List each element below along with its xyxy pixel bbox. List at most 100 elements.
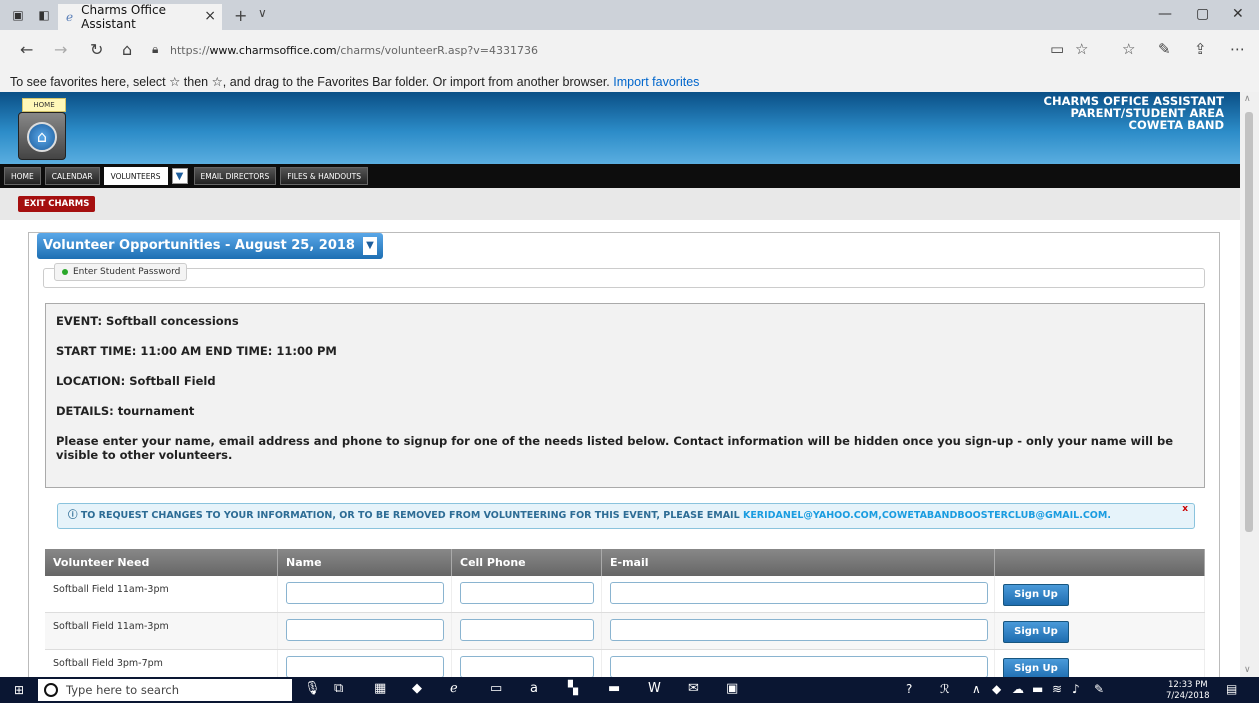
file-explorer-icon[interactable]: ▭ (490, 681, 502, 696)
scroll-down-icon[interactable]: ∨ (1244, 665, 1251, 675)
import-favorites-link[interactable]: Import favorites (613, 75, 699, 89)
need-cell: Softball Field 3pm-7pm (45, 650, 278, 677)
menu-home[interactable]: HOME (4, 167, 41, 185)
clock-time: 12:33 PM (1167, 680, 1208, 690)
dropbox-icon[interactable]: ◆ (412, 681, 422, 696)
people-icon[interactable]: ℛ (940, 682, 950, 696)
maximize-icon[interactable]: ▢ (1196, 6, 1209, 22)
web-page: HOME ⌂ CHARMS OFFICE ASSISTANT PARENT/ST… (0, 92, 1240, 677)
name-input[interactable] (286, 582, 444, 604)
name-input[interactable] (286, 619, 444, 641)
task-view-icon[interactable]: ⧉ (334, 681, 343, 696)
photos-icon[interactable]: ▣ (726, 681, 738, 696)
action-center-icon[interactable]: ▤ (1226, 682, 1237, 696)
volunteer-panel: Volunteer Opportunities - August 25, 201… (28, 232, 1220, 677)
favorites-hub-icon[interactable]: ☆ (1122, 40, 1135, 58)
volume-icon[interactable]: ♪ (1072, 682, 1080, 696)
email-input[interactable] (610, 582, 988, 604)
menu-files-handouts[interactable]: FILES & HANDOUTS (280, 167, 368, 185)
clock-date: 7/24/2018 (1166, 691, 1210, 701)
close-tab-icon[interactable]: × (204, 8, 216, 24)
favorite-star-icon[interactable]: ☆ (1075, 40, 1088, 58)
tray-up-icon[interactable]: ∧ (972, 682, 981, 696)
sign-up-button[interactable]: Sign Up (1003, 621, 1069, 643)
scrollbar-thumb[interactable] (1245, 112, 1253, 532)
back-icon[interactable]: ← (20, 40, 33, 59)
page-scrollbar[interactable]: ∧ ∨ (1240, 92, 1259, 677)
table-header: Volunteer Need Name Cell Phone E-mail (45, 549, 1205, 576)
volunteers-dropdown-icon[interactable]: ▼ (171, 168, 188, 184)
reading-view-icon[interactable]: ▭ (1050, 40, 1064, 58)
table-row: Softball Field 11am-3pm Sign Up (45, 613, 1205, 650)
taskbar-search[interactable]: Type here to search (38, 679, 292, 701)
col-need: Volunteer Need (45, 549, 278, 576)
details-line: DETAILS: tournament (56, 404, 195, 418)
refresh-icon[interactable]: ↻ (90, 40, 103, 59)
home-tooltip: HOME (22, 98, 66, 112)
enter-password-button[interactable]: Enter Student Password (54, 263, 188, 281)
help-icon[interactable]: ? (906, 682, 912, 696)
amazon-icon[interactable]: a (530, 681, 538, 696)
edge-tab-icon: ℯ (66, 10, 74, 24)
volunteer-table: Volunteer Need Name Cell Phone E-mail So… (45, 549, 1205, 677)
minimize-icon[interactable]: — (1158, 6, 1172, 22)
pen-icon[interactable]: ✎ (1094, 682, 1104, 696)
edge-taskbar-icon[interactable]: ℯ (450, 681, 458, 696)
name-input[interactable] (286, 656, 444, 677)
close-window-icon[interactable]: ✕ (1232, 6, 1244, 22)
menu-calendar[interactable]: CALENDAR (44, 167, 100, 185)
word-icon[interactable]: W (648, 681, 661, 696)
forward-icon[interactable]: → (54, 40, 67, 59)
onedrive-icon[interactable]: ☁ (1012, 682, 1024, 696)
mail-icon[interactable]: ✉ (688, 681, 699, 696)
col-phone: Cell Phone (452, 549, 602, 576)
panel-dropdown-icon[interactable]: ▼ (362, 236, 377, 255)
favbar-text: To see favorites here, select ☆ then ☆, … (10, 75, 610, 89)
sign-up-button[interactable]: Sign Up (1003, 584, 1069, 606)
event-line: EVENT: Softball concessions (56, 314, 239, 328)
notes-pen-icon[interactable]: ✎ (1158, 40, 1171, 58)
home-button[interactable]: ⌂ (18, 112, 66, 160)
battery-icon[interactable]: ▬ (1032, 682, 1043, 696)
tab-preview-icon[interactable]: ◧ (36, 8, 52, 22)
wifi-icon[interactable]: ≋ (1052, 682, 1062, 696)
sign-up-button[interactable]: Sign Up (1003, 658, 1069, 677)
microsoft-icon[interactable]: ▚ (568, 681, 578, 696)
email-input[interactable] (610, 619, 988, 641)
browser-tab[interactable]: ℯ Charms Office Assistant × (58, 3, 222, 31)
alert-email[interactable]: KERIDANEL@YAHOO.COM,COWETABANDBOOSTERCLU… (743, 510, 1111, 521)
phone-input[interactable] (460, 656, 594, 677)
brand-text: CHARMS OFFICE ASSISTANT PARENT/STUDENT A… (1044, 95, 1224, 131)
info-alert: ⓘ TO REQUEST CHANGES TO YOUR INFORMATION… (57, 503, 1195, 529)
home-icon[interactable]: ⌂ (122, 40, 132, 59)
phone-input[interactable] (460, 619, 594, 641)
new-tab-icon[interactable]: + (234, 6, 247, 25)
set-aside-tabs-icon[interactable]: ▣ (10, 8, 26, 22)
menu-volunteers[interactable]: VOLUNTEERS (103, 167, 168, 185)
tray-dropbox-icon[interactable]: ◆ (992, 682, 1001, 696)
more-icon[interactable]: ⋯ (1230, 40, 1245, 58)
lock-icon: 🔒︎ (152, 42, 159, 56)
location-line: LOCATION: Softball Field (56, 374, 216, 388)
email-input[interactable] (610, 656, 988, 677)
microphone-icon[interactable]: 🎙︎ (304, 681, 321, 696)
store-icon[interactable]: ▦ (374, 681, 386, 696)
panel-title[interactable]: Volunteer Opportunities - August 25, 201… (37, 233, 383, 259)
scroll-up-icon[interactable]: ∧ (1244, 94, 1251, 104)
url-field[interactable]: https://www.charmsoffice.com/charms/volu… (170, 44, 538, 57)
alert-close-icon[interactable]: x (1182, 497, 1188, 521)
status-dot-icon (62, 269, 68, 275)
windows-start-icon[interactable]: ⊞ (14, 683, 24, 697)
need-cell: Softball Field 11am-3pm (45, 613, 278, 649)
tab-dropdown-icon[interactable]: ∨ (258, 6, 267, 20)
col-action (995, 549, 1205, 576)
share-icon[interactable]: ⇪ (1194, 40, 1207, 58)
exit-charms-button[interactable]: EXIT CHARMS (18, 196, 96, 212)
phone-input[interactable] (460, 582, 594, 604)
taskbar-clock[interactable]: 12:33 PM 7/24/2018 (1166, 680, 1210, 702)
tab-title: Charms Office Assistant (81, 3, 166, 31)
password-row: Enter Student Password (43, 263, 1205, 288)
menu-email-directors[interactable]: EMAIL DIRECTORS (193, 167, 277, 185)
app-icon[interactable]: ▬ (608, 681, 620, 696)
info-icon: ⓘ (68, 510, 81, 521)
